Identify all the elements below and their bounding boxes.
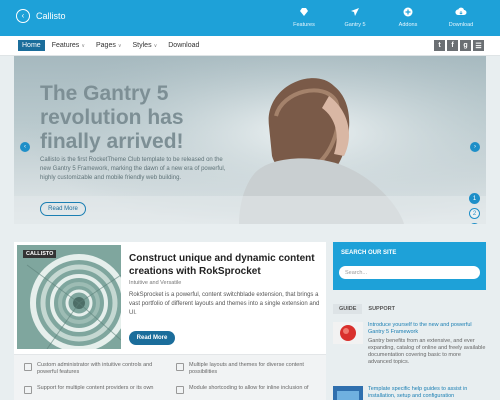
menu-bar: Home Features ∨ Pages ∨ Styles ∨ Download t…: [0, 36, 500, 56]
diamond-icon: [298, 6, 310, 18]
social-links: t f g ☰: [434, 40, 484, 51]
chevron-down-icon: ∨: [81, 42, 85, 49]
feature-list: Custom administrator with intuitive cont…: [14, 354, 326, 400]
cloud-download-icon: [455, 6, 467, 18]
chevron-down-icon: ∨: [153, 42, 158, 49]
feature-text: Module shortcoding to allow for inline i…: [189, 385, 309, 391]
hero-read-more-button[interactable]: Read More: [40, 202, 86, 216]
feature-item: Module shortcoding to allow for inline i…: [176, 385, 321, 394]
document-icon: [176, 363, 184, 371]
card-subtitle: Intuitive and Versatile: [129, 280, 182, 286]
top-nav-addons[interactable]: Addons: [378, 6, 438, 28]
menu-item-label: Features: [51, 42, 80, 49]
slider-prev-arrow-icon[interactable]: ‹: [20, 142, 30, 152]
brand-logo-icon: ‹: [16, 9, 30, 23]
rss-icon[interactable]: ☰: [473, 40, 484, 51]
menu-item-pages[interactable]: Pages ∨: [92, 40, 126, 51]
search-title: SEARCH OUR SITE: [341, 250, 397, 256]
brand-name: Callisto: [36, 11, 66, 21]
slider-dot[interactable]: 1: [469, 193, 480, 204]
document-icon: [24, 363, 32, 371]
post-description: Gantry benefits from an extensive, and e…: [368, 338, 486, 365]
menu-item-download[interactable]: Download: [164, 40, 203, 51]
tab-support[interactable]: SUPPORT: [362, 304, 401, 314]
menu-item-label: Home: [22, 42, 41, 49]
feature-item: Custom administrator with intuitive cont…: [24, 362, 169, 376]
hero-title: The Gantry 5 revolution has finally arri…: [40, 82, 184, 153]
slider-dot[interactable]: 2: [469, 208, 480, 219]
top-bar: ‹ Callisto Features Gantry 5 Addons Down…: [0, 0, 500, 36]
top-nav-gantry[interactable]: Gantry 5: [325, 6, 385, 28]
post-thumbnail-image: [333, 386, 363, 400]
sidebar-tabs: GUIDE SUPPORT: [333, 304, 401, 314]
menu-item-features[interactable]: Features ∨: [48, 40, 89, 51]
slider-dot[interactable]: 3: [469, 223, 480, 224]
feature-text: Custom administrator with intuitive cont…: [37, 362, 153, 375]
card-title: Construct unique and dynamic content cre…: [129, 253, 315, 277]
facebook-icon[interactable]: f: [447, 40, 458, 51]
menu-item-label: Download: [168, 42, 200, 49]
sidebar-post[interactable]: Template specific help guides to assist …: [333, 386, 486, 400]
slider-next-arrow-icon[interactable]: ›: [470, 142, 480, 152]
hero-slider: The Gantry 5 revolution has finally arri…: [14, 56, 486, 224]
card-text: RokSprocket is a powerful, content switc…: [129, 292, 320, 316]
chevron-down-icon: ∨: [117, 42, 122, 49]
top-nav-label: Gantry 5: [344, 22, 366, 28]
hero-text: Callisto is the first RocketTheme Club t…: [40, 157, 226, 181]
feature-item: Multiple layouts and themes for diverse …: [176, 362, 321, 376]
menu-item-label: Styles: [132, 42, 152, 49]
category-tag: CALLISTO: [23, 250, 57, 258]
top-nav-label: Addons: [398, 22, 418, 28]
menu-item-label: Pages: [95, 42, 116, 49]
slider-pagination: 1 2 3: [469, 193, 480, 224]
brand[interactable]: ‹ Callisto: [16, 9, 66, 23]
plus-circle-icon: [402, 6, 414, 18]
search-panel: SEARCH OUR SITE: [333, 242, 486, 290]
top-nav-download[interactable]: Download: [431, 6, 491, 28]
post-thumbnail-image: [333, 322, 363, 344]
content-card: CALLISTO Construct unique and dynamic co…: [14, 242, 326, 400]
twitter-icon[interactable]: t: [434, 40, 445, 51]
card-read-more-button[interactable]: Read More: [129, 331, 175, 345]
tab-guide[interactable]: GUIDE: [333, 304, 363, 314]
top-nav-label: Download: [448, 22, 474, 28]
spiral-staircase-image: CALLISTO: [17, 245, 121, 349]
rocket-icon: [349, 6, 361, 18]
feature-text: Multiple layouts and themes for diverse …: [189, 362, 304, 375]
post-title[interactable]: Template specific help guides to assist …: [368, 386, 486, 400]
post-title[interactable]: Introduce yourself to the new and powerf…: [368, 322, 486, 336]
sidebar-post[interactable]: Introduce yourself to the new and powerf…: [333, 322, 486, 366]
feature-text: Support for multiple content providers o…: [37, 385, 154, 391]
main-menu: Home Features ∨ Pages ∨ Styles ∨ Download: [18, 40, 203, 51]
sidebar: SEARCH OUR SITE GUIDE SUPPORT Introduce …: [333, 242, 486, 400]
google-plus-icon[interactable]: g: [460, 40, 471, 51]
feature-item: Support for multiple content providers o…: [24, 385, 169, 394]
search-input[interactable]: [339, 266, 480, 279]
menu-item-home[interactable]: Home: [18, 40, 45, 51]
menu-item-styles[interactable]: Styles ∨: [129, 40, 162, 51]
document-icon: [176, 386, 184, 394]
document-icon: [24, 386, 32, 394]
top-nav-label: Features: [293, 22, 315, 28]
